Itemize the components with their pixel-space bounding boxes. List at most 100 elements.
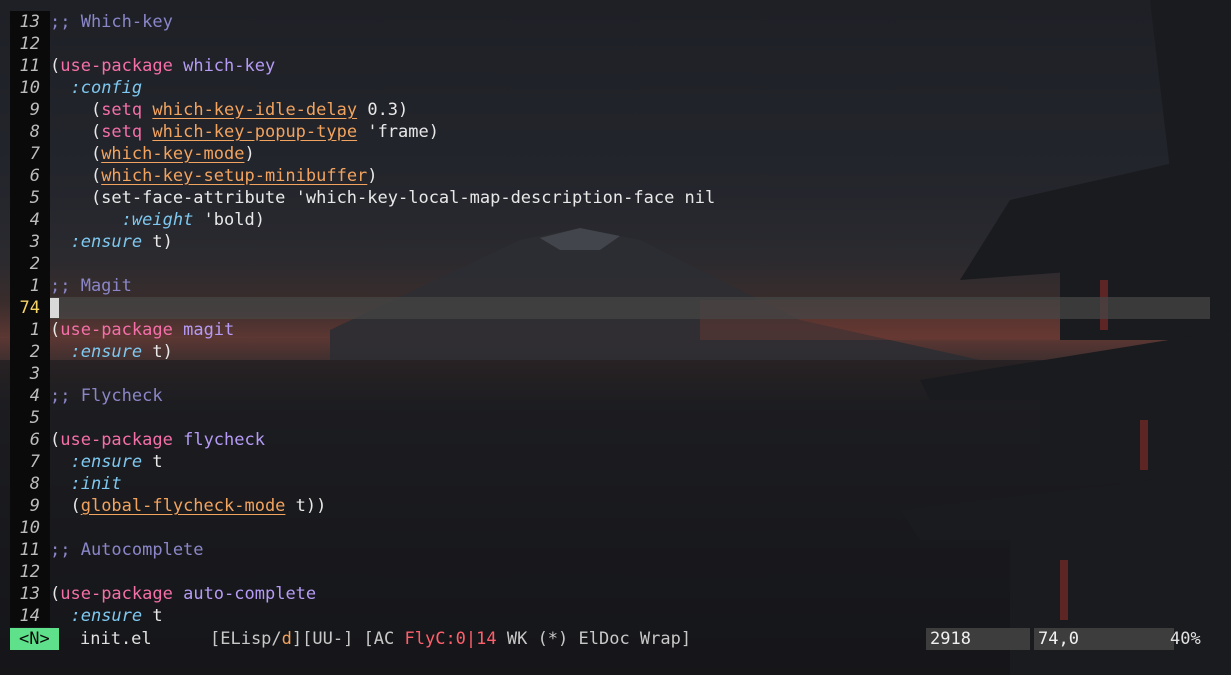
code-line[interactable]: 4 :weight 'bold): [10, 209, 1210, 231]
code-line[interactable]: 3 :ensure t): [10, 231, 1210, 253]
flycheck-status[interactable]: FlyC:0|14: [405, 629, 497, 649]
buffer-filename[interactable]: init.el: [80, 628, 152, 650]
code-line[interactable]: 5: [10, 407, 1210, 429]
line-code: [50, 297, 59, 319]
code-line[interactable]: 4;; Flycheck: [10, 385, 1210, 407]
line-code: :ensure t): [50, 341, 172, 363]
code-line[interactable]: 11;; Autocomplete: [10, 539, 1210, 561]
code-line[interactable]: 11 (use-package which-key: [10, 55, 1210, 77]
code-line[interactable]: 12: [10, 33, 1210, 55]
code-token: :config: [70, 78, 143, 98]
line-code: ;; Autocomplete: [50, 539, 204, 561]
code-token: :weight: [121, 210, 194, 230]
mode-line: <N> init.el [ELisp/d][UU-] [AC FlyC:0|14…: [10, 628, 1220, 650]
code-line[interactable]: 14 :ensure t: [10, 605, 1210, 627]
code-token: setq: [101, 100, 143, 120]
code-line[interactable]: 7 :ensure t: [10, 451, 1210, 473]
line-column: 74,0: [1034, 628, 1174, 650]
line-number: 9: [10, 495, 50, 517]
line-code: (which-key-setup-minibuffer): [50, 165, 378, 187]
code-token: ;; Flycheck: [50, 386, 163, 406]
line-number: 7: [10, 143, 50, 165]
code-token: use-package: [60, 320, 173, 340]
code-token: ): [367, 166, 378, 186]
code-line[interactable]: 6 (which-key-setup-minibuffer): [10, 165, 1210, 187]
code-token: use-package: [60, 584, 173, 604]
code-line[interactable]: 2: [10, 253, 1210, 275]
code-line[interactable]: 6 (use-package flycheck: [10, 429, 1210, 451]
code-token: 'bold): [193, 210, 265, 230]
current-line[interactable]: 74: [10, 297, 1210, 319]
code-token: ): [244, 144, 255, 164]
code-token: auto-complete: [183, 584, 317, 604]
line-code: :weight 'bold): [50, 209, 265, 231]
code-token: use-package: [60, 56, 173, 76]
line-code: (which-key-mode): [50, 143, 255, 165]
code-line[interactable]: 1;; Magit: [10, 275, 1210, 297]
code-token: setq: [101, 122, 143, 142]
code-line[interactable]: 9 (setq which-key-idle-delay 0.3): [10, 99, 1210, 121]
text-cursor: [50, 298, 59, 318]
code-editor[interactable]: 13;; Which-key 12 11 (use-package which-key…: [10, 11, 1210, 627]
code-line[interactable]: 13;; Which-key: [10, 11, 1210, 33]
line-number: 3: [10, 363, 50, 385]
line-number: 3: [10, 231, 50, 253]
line-number: 9: [10, 99, 50, 121]
code-line[interactable]: 5 (set-face-attribute 'which-key-local-m…: [10, 187, 1210, 209]
code-token: (: [50, 166, 102, 186]
code-line[interactable]: 10 :config: [10, 77, 1210, 99]
line-number: 1: [10, 319, 50, 341]
code-line[interactable]: 10: [10, 517, 1210, 539]
line-number: 13: [10, 11, 50, 33]
line-number: 10: [10, 517, 50, 539]
modes-mid: ][UU-] [AC: [291, 629, 405, 649]
code-token: (: [50, 430, 61, 450]
modes-dedicated: d: [281, 629, 292, 649]
line-number: 10: [10, 77, 50, 99]
line-number: 12: [10, 33, 50, 55]
code-token: 0.3): [357, 100, 409, 120]
code-token: (: [50, 100, 102, 120]
line-number: 5: [10, 187, 50, 209]
code-line[interactable]: 8 :init: [10, 473, 1210, 495]
modes-suffix: WK (*) ElDoc Wrap]: [496, 629, 692, 649]
line-code: :ensure t): [50, 231, 172, 253]
code-line[interactable]: 12: [10, 561, 1210, 583]
line-number: 8: [10, 473, 50, 495]
code-line[interactable]: 2 :ensure t): [10, 341, 1210, 363]
code-token: flycheck: [183, 430, 265, 450]
code-token: which-key-idle-delay: [152, 100, 358, 120]
line-number: 1: [10, 275, 50, 297]
code-line[interactable]: 9 (global-flycheck-mode t)): [10, 495, 1210, 517]
code-line[interactable]: 7 (which-key-mode): [10, 143, 1210, 165]
code-line[interactable]: 1 (use-package magit: [10, 319, 1210, 341]
major-minor-modes[interactable]: [ELisp/d][UU-] [AC FlyC:0|14 WK (*) ElDo…: [210, 628, 691, 650]
line-code: (use-package which-key: [50, 55, 275, 77]
line-number: 4: [10, 385, 50, 407]
code-token: use-package: [60, 430, 173, 450]
line-code: :ensure t: [50, 605, 162, 627]
code-line[interactable]: 3: [10, 363, 1210, 385]
line-number: 13: [10, 583, 50, 605]
code-token: ;; Which-key: [50, 12, 173, 32]
line-number: 5: [10, 407, 50, 429]
line-code: :ensure t: [50, 451, 162, 473]
code-token: :ensure: [70, 606, 143, 626]
code-line[interactable]: 13 (use-package auto-complete: [10, 583, 1210, 605]
line-code: ;; Flycheck: [50, 385, 163, 407]
modes-prefix: [ELisp/: [210, 629, 282, 649]
line-number: 8: [10, 121, 50, 143]
code-token: (: [50, 144, 102, 164]
line-code: (setq which-key-popup-type 'frame): [50, 121, 439, 143]
code-token: which-key-setup-minibuffer: [101, 166, 368, 186]
line-number: 11: [10, 539, 50, 561]
code-line[interactable]: 8 (setq which-key-popup-type 'frame): [10, 121, 1210, 143]
code-token: global-flycheck-mode: [80, 496, 286, 516]
